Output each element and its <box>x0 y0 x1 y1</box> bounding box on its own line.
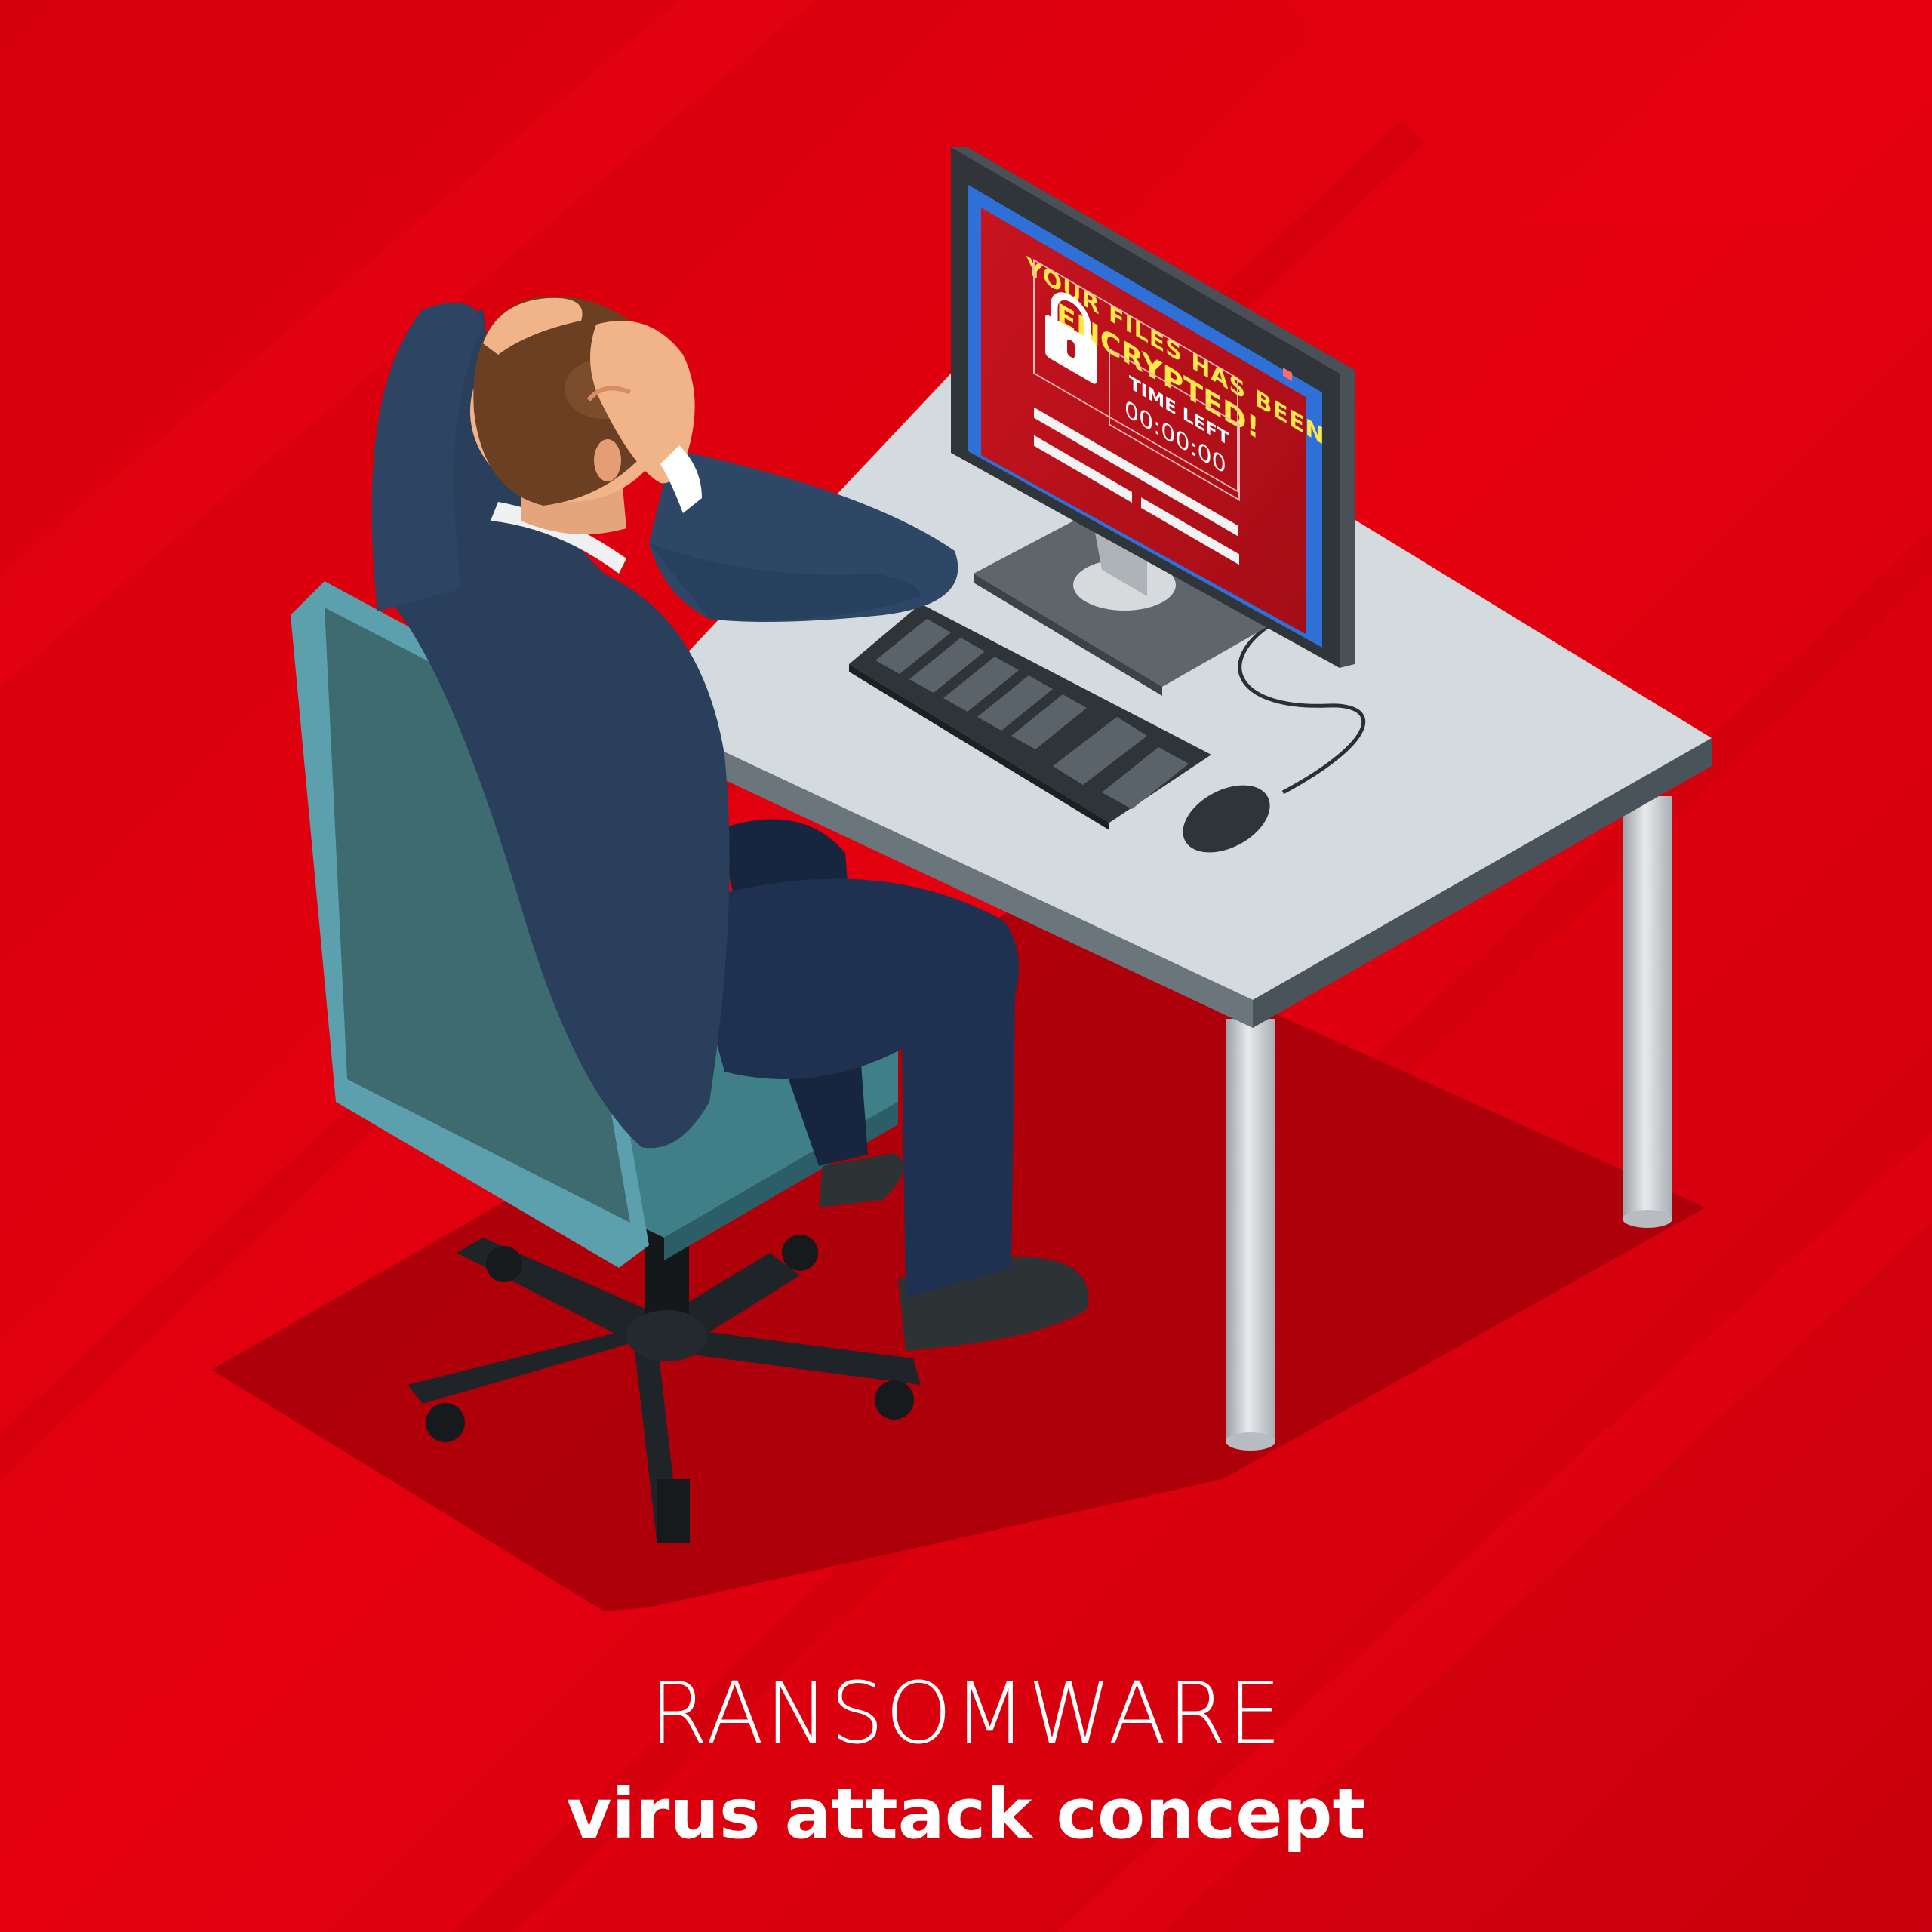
desk-leg-back <box>1623 796 1672 1219</box>
desk-leg-front <box>1226 1019 1275 1441</box>
caption-headline: RANSOMWARE <box>649 1665 1283 1763</box>
caption-subline: virus attack concept <box>566 1774 1366 1854</box>
isometric-scene: YOUR FILES HAS BEEN ENCRYPTED! TIME LEFT… <box>0 0 1932 1932</box>
illustration: YOUR FILES HAS BEEN ENCRYPTED! TIME LEFT… <box>0 0 1932 1932</box>
